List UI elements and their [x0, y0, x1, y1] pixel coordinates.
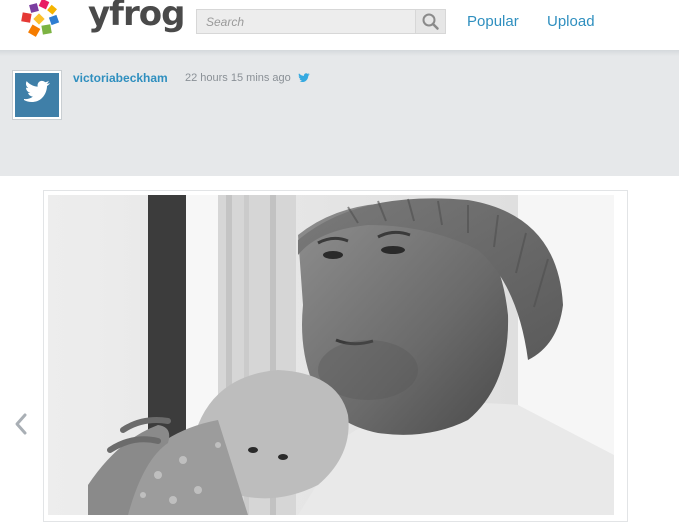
nav-popular-link[interactable]: Popular [467, 13, 519, 30]
previous-arrow-icon[interactable] [12, 412, 30, 436]
site-header: yfrog Popular Upload [0, 0, 679, 51]
post-timestamp[interactable]: 22 hours 15 mins ago [185, 72, 291, 84]
search-icon [422, 13, 439, 30]
logo-mark-icon [21, 0, 60, 37]
search-box [196, 9, 446, 34]
yfrog-logo[interactable]: yfrog [20, 0, 185, 44]
logo-wordmark: yfrog [88, 0, 185, 34]
search-button[interactable] [415, 10, 445, 33]
search-input[interactable] [197, 10, 417, 33]
username-link[interactable]: victoriabeckham [73, 71, 168, 85]
main-photo[interactable] [48, 195, 614, 515]
user-avatar[interactable] [12, 70, 62, 120]
twitter-bird-icon [24, 80, 50, 103]
photo-image [48, 195, 614, 515]
nav-upload-link[interactable]: Upload [547, 13, 595, 30]
twitter-bird-icon[interactable] [298, 71, 314, 84]
avatar-image [15, 73, 59, 117]
